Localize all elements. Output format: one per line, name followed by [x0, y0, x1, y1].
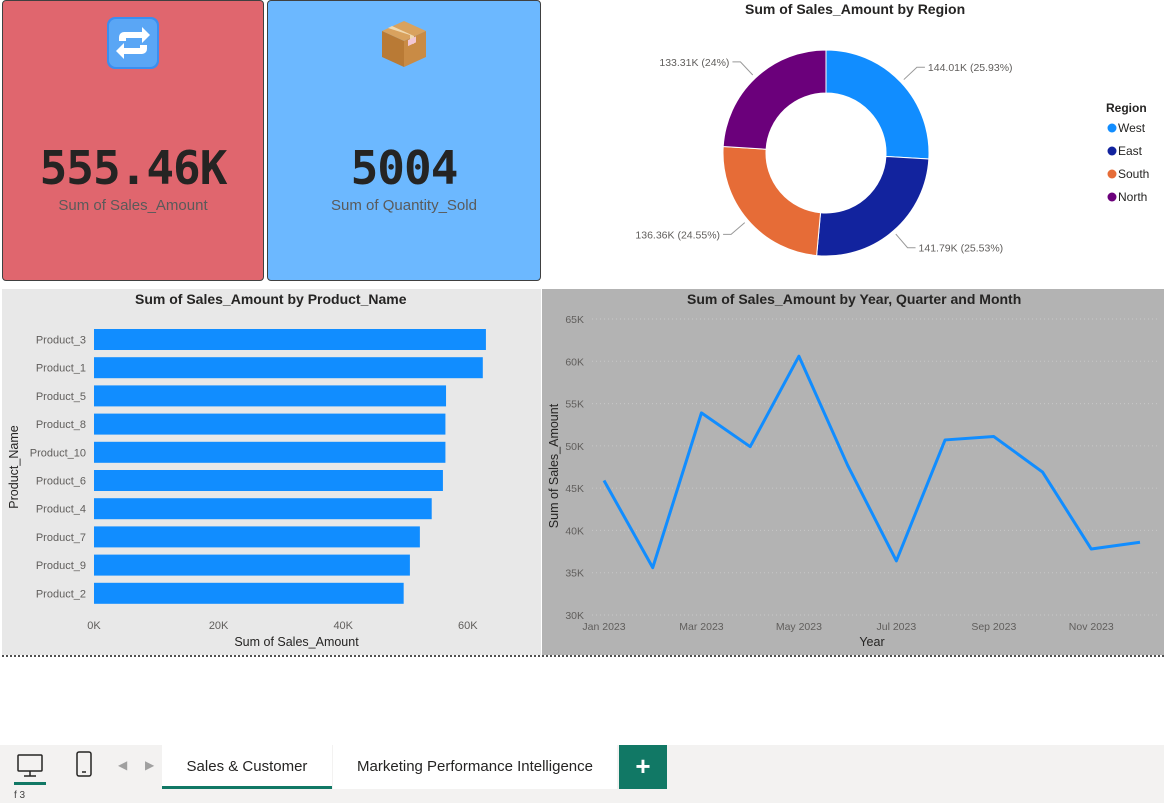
bar-product_4	[94, 498, 432, 520]
sales-trend-line	[602, 354, 1141, 570]
y-tick-label: Product_10	[30, 447, 86, 459]
x-tick-label: Jul 2023	[877, 621, 917, 633]
y-tick-label: Product_9	[36, 560, 86, 572]
y-tick-label: 30K	[565, 610, 584, 622]
x-tick-label: 60K	[458, 620, 478, 632]
status-text: f 3	[14, 790, 26, 801]
donut-leader-line	[723, 222, 746, 235]
bar-product_1	[94, 357, 483, 379]
quantity-sold-label: Sum of Quantity_Sold	[331, 197, 477, 214]
legend-marker-south	[1107, 169, 1117, 179]
y-tick-label: Product_7	[36, 532, 86, 544]
y-tick-label: 65K	[565, 314, 584, 326]
legend-marker-east	[1107, 146, 1117, 156]
legend-item-north: North	[1118, 190, 1147, 204]
donut-data-label: 144.01K (25.93%)	[928, 62, 1013, 74]
product-bar-chart[interactable]: Product_3 Product_1 Product_5 Product_8 Prod…	[2, 289, 541, 655]
x-tick-label: Jan 2023	[582, 621, 625, 633]
tab-marketing-performance[interactable]: Marketing Performance Intelligence	[333, 745, 617, 789]
status-bar: f 3	[0, 789, 1164, 803]
y-tick-label: 50K	[565, 441, 584, 453]
donut-leader-line	[895, 233, 916, 249]
bar-product_10	[94, 441, 446, 463]
repeat-arrows-icon	[107, 17, 159, 69]
sales-amount-label: Sum of Sales_Amount	[58, 197, 208, 214]
y-tick-label: Product_5	[36, 391, 86, 403]
sales-amount-value: 555.46K	[39, 141, 228, 195]
bar-product_2	[94, 582, 404, 604]
donut-slice-north	[722, 49, 827, 150]
bar-product_6	[94, 470, 443, 491]
y-axis-title: Sum of Sales_Amount	[547, 403, 561, 528]
quantity-sold-value: 5004	[350, 141, 459, 195]
donut-slice-east	[816, 155, 930, 257]
legend-item-west: West	[1118, 121, 1146, 135]
donut-data-label: 136.36K (24.55%)	[635, 229, 720, 241]
legend-title: Region	[1106, 101, 1147, 115]
tab-sales-customer[interactable]: Sales & Customer	[162, 745, 332, 789]
y-tick-label: 45K	[565, 483, 584, 495]
monitor-icon	[14, 754, 46, 785]
mobile-view-button[interactable]	[64, 745, 104, 789]
bar-product_3	[94, 329, 486, 350]
bar-product_7	[94, 526, 420, 548]
donut-leader-line	[732, 61, 754, 76]
x-tick-label: 40K	[333, 620, 353, 632]
legend-marker-north	[1107, 192, 1117, 202]
y-tick-label: Product_6	[36, 476, 86, 488]
x-tick-label: 20K	[209, 620, 229, 632]
product-bar-chart-panel[interactable]: Sum of Sales_Amount by Product_Name Prod…	[2, 289, 541, 655]
bar-product_9	[94, 554, 410, 576]
bar-product_8	[94, 413, 446, 435]
x-tick-label: Mar 2023	[679, 621, 724, 633]
y-tick-label: Product_1	[36, 363, 86, 375]
x-tick-label: Sep 2023	[971, 621, 1016, 633]
x-tick-label: Nov 2023	[1069, 621, 1114, 633]
scroll-right-icon[interactable]: ▶	[145, 758, 154, 772]
y-tick-label: Product_2	[36, 588, 86, 600]
y-tick-label: Product_3	[36, 335, 86, 347]
desktop-view-button[interactable]	[10, 745, 50, 789]
package-box-icon	[382, 21, 426, 67]
donut-data-label: 141.79K (25.53%)	[919, 243, 1004, 255]
sales-amount-card[interactable]: 555.46K Sum of Sales_Amount	[2, 0, 264, 281]
bar-product_5	[94, 385, 447, 407]
page-tab-bar: ◀ ▶ Sales & Customer Marketing Performan…	[0, 745, 1164, 789]
donut-slice-south	[722, 145, 822, 257]
y-tick-label: Product_8	[36, 419, 86, 431]
y-tick-label: 40K	[565, 525, 584, 537]
phone-icon	[76, 751, 92, 777]
y-tick-label: 55K	[565, 399, 584, 411]
monthly-line-chart-panel[interactable]: Sum of Sales_Amount by Year, Quarter and…	[542, 289, 1164, 655]
y-tick-label: Product_4	[36, 504, 86, 516]
monthly-line-chart[interactable]: 30K 35K 40K 45K 50K 55K 60K 65K Jan 2023 Mar 2023…	[542, 289, 1164, 655]
add-page-button[interactable]: +	[619, 745, 667, 789]
legend-marker-west	[1107, 123, 1117, 133]
x-axis-title: Year	[859, 635, 884, 649]
y-axis-title: Product_Name	[7, 425, 21, 508]
y-tick-label: 60K	[565, 356, 584, 368]
x-tick-label: May 2023	[776, 621, 822, 633]
donut-slice-west	[825, 49, 930, 160]
y-tick-label: 35K	[565, 568, 584, 580]
canvas-boundary-divider	[2, 655, 1164, 657]
donut-leader-line	[903, 66, 925, 80]
legend-item-south: South	[1118, 167, 1149, 181]
donut-chart-title: Sum of Sales_Amount by Region	[745, 1, 966, 17]
donut-data-label: 133.31K (24%)	[659, 57, 729, 69]
x-tick-label: 0K	[87, 620, 101, 632]
region-donut-chart[interactable]: 144.01K (25.93%) 141.79K (25.53%) 136.36K …	[545, 20, 1162, 280]
scroll-left-icon[interactable]: ◀	[118, 758, 127, 772]
legend-item-east: East	[1118, 144, 1143, 158]
quantity-sold-card[interactable]: 5004 Sum of Quantity_Sold	[267, 0, 541, 281]
x-axis-title: Sum of Sales_Amount	[234, 635, 359, 649]
